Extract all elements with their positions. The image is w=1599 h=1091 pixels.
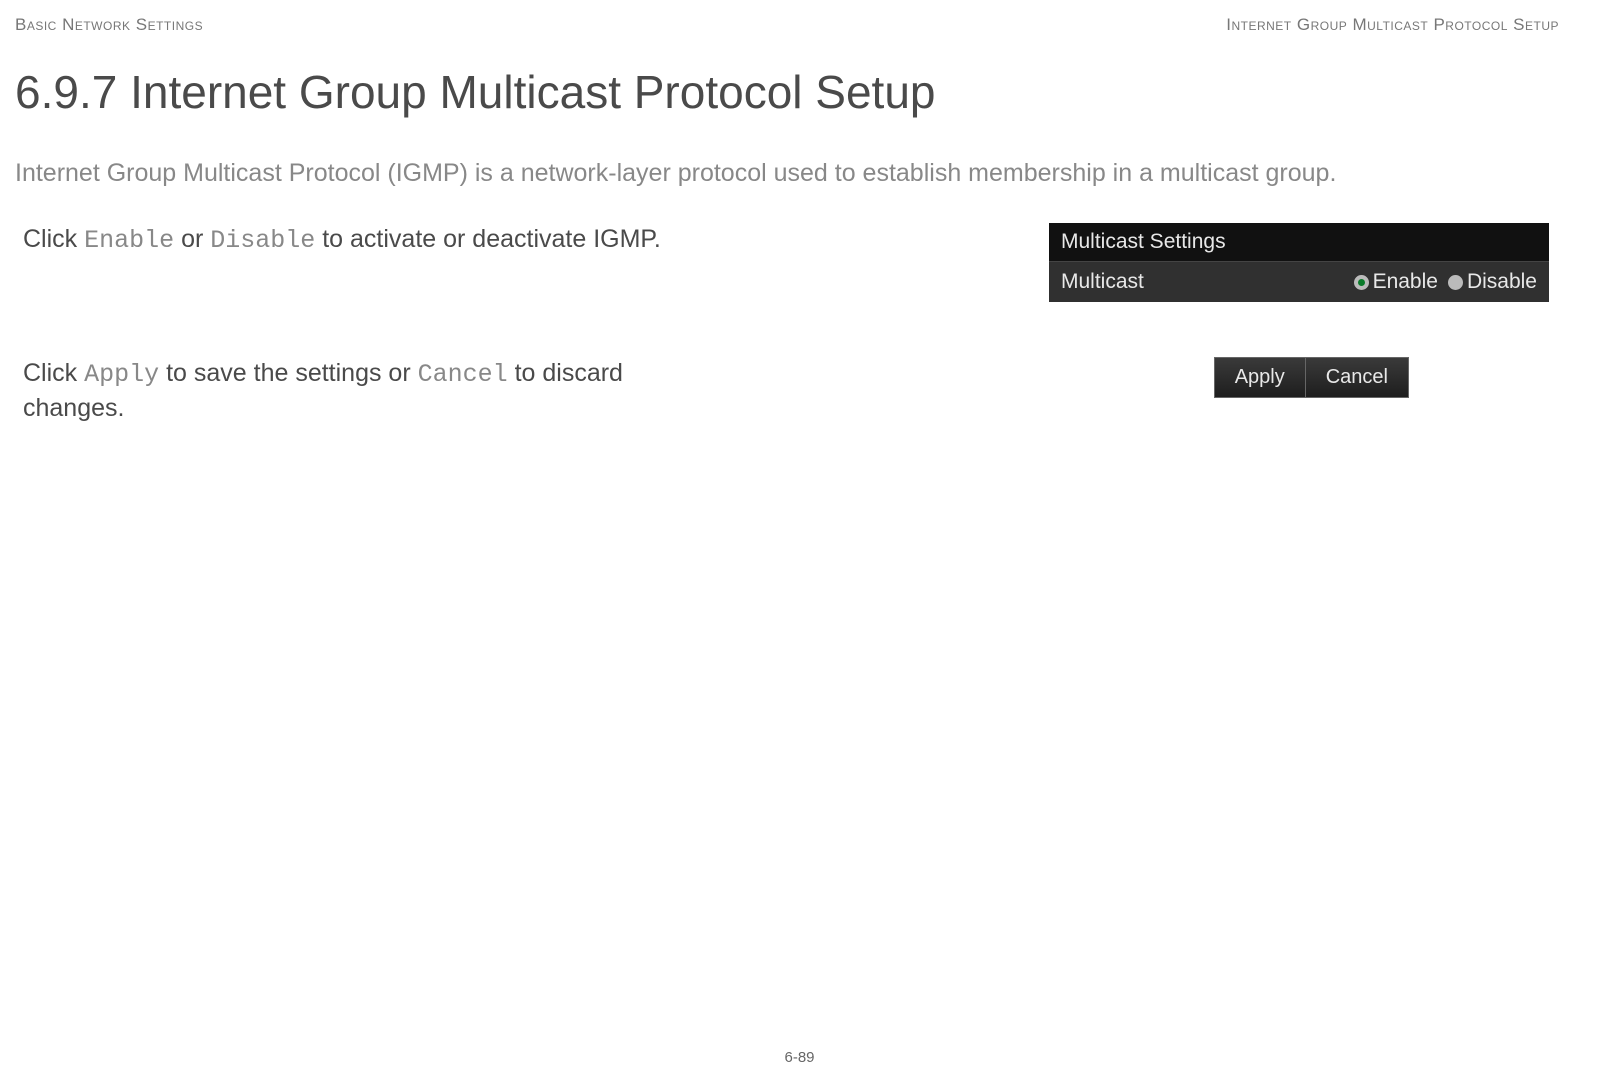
cancel-button[interactable]: Cancel	[1306, 358, 1408, 397]
radio-enable[interactable]: Enable	[1354, 270, 1438, 294]
radio-disable[interactable]: Disable	[1448, 270, 1537, 294]
page-header: Basic Network Settings Internet Group Mu…	[15, 15, 1559, 35]
instr1-enable: Enable	[84, 226, 174, 255]
apply-button[interactable]: Apply	[1215, 358, 1306, 397]
intro-paragraph: Internet Group Multicast Protocol (IGMP)…	[15, 159, 1559, 188]
radio-disable-icon	[1448, 275, 1463, 290]
apply-cancel-row: Click Apply to save the settings or Canc…	[15, 357, 1559, 426]
page-number: 6-89	[0, 1049, 1599, 1066]
radio-enable-icon	[1354, 275, 1369, 290]
instruction-enable-disable: Click Enable or Disable to activate or d…	[15, 223, 661, 258]
instr2-apply: Apply	[84, 360, 159, 389]
instr1-post: to activate or deactivate IGMP.	[315, 225, 661, 253]
panel-title: Multicast Settings	[1049, 223, 1549, 262]
radio-enable-label: Enable	[1373, 270, 1438, 294]
radio-disable-label: Disable	[1467, 270, 1537, 294]
instr1-pre: Click	[23, 225, 84, 253]
multicast-row: Multicast Enable Disable	[1049, 262, 1549, 302]
header-right: Internet Group Multicast Protocol Setup	[1226, 15, 1559, 35]
multicast-settings-panel: Multicast Settings Multicast Enable Disa…	[1049, 223, 1549, 302]
instr2-pre: Click	[23, 359, 84, 387]
header-left: Basic Network Settings	[15, 15, 203, 35]
instruction-apply-cancel: Click Apply to save the settings or Canc…	[15, 357, 715, 426]
instr2-mid: to save the settings or	[159, 359, 417, 387]
page-title: 6.9.7 Internet Group Multicast Protocol …	[15, 65, 1559, 119]
multicast-radio-group: Enable Disable	[1354, 270, 1537, 294]
instr2-cancel: Cancel	[418, 360, 508, 389]
enable-disable-row: Click Enable or Disable to activate or d…	[15, 223, 1559, 302]
apply-cancel-button-bar: Apply Cancel	[1214, 357, 1409, 398]
instr1-mid: or	[174, 225, 210, 253]
multicast-label: Multicast	[1061, 270, 1144, 294]
instr1-disable: Disable	[210, 226, 315, 255]
